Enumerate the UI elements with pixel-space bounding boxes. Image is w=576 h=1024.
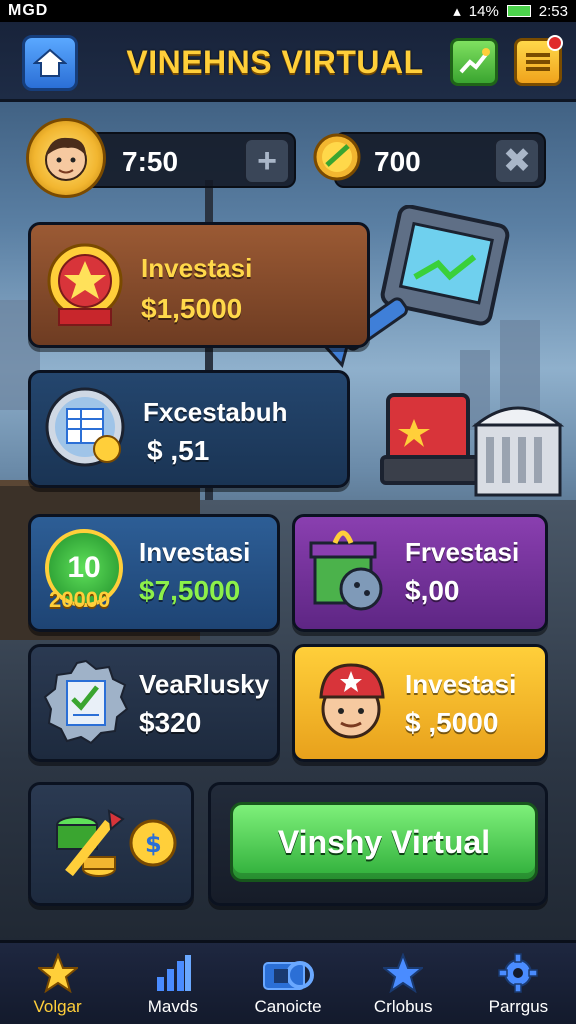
nav-label: Crlobus <box>373 997 433 1016</box>
nav-label: Canoicte <box>254 997 322 1016</box>
nav-item-crlobus[interactable]: Crlobus <box>346 943 461 1024</box>
investment-card-6[interactable]: Investasi $ ,5000 <box>292 644 548 762</box>
wifi-icon: ▴ <box>453 3 461 20</box>
badge-bottom-text: 20000 <box>49 587 111 612</box>
star-blue-icon <box>383 953 424 993</box>
card-amount: $ ,5000 <box>405 707 499 738</box>
card-amount: $320 <box>139 707 202 738</box>
signal-text: 14% <box>468 2 499 20</box>
nav-label: Parrgus <box>488 997 549 1016</box>
safe-and-bank-illustration <box>380 393 565 497</box>
nav-label: Volgar <box>33 997 82 1016</box>
nav-item-parrgus[interactable]: Parrgus <box>461 943 576 1024</box>
status-bar: MGD ▴ 14% 2:53 <box>0 0 576 22</box>
bars-icon <box>156 955 191 991</box>
coins-add-button[interactable]: ✖ <box>494 138 540 184</box>
gear-icon <box>498 953 539 993</box>
nav-label: Mavds <box>147 997 198 1016</box>
stats-button[interactable] <box>450 38 498 86</box>
timer-pill: 7:50 + <box>74 132 296 188</box>
home-button[interactable] <box>22 35 78 91</box>
card-label: VeaRlusky <box>139 669 270 699</box>
svg-text:$: $ <box>145 830 162 858</box>
star-medal-icon <box>47 243 123 326</box>
menu-button[interactable] <box>514 35 563 86</box>
card-label: Fxcestabuh <box>143 397 288 427</box>
coins-pencil-icon: $ <box>56 809 177 877</box>
tools-card[interactable]: $ <box>28 782 194 906</box>
spreadsheet-coin-icon <box>45 387 125 467</box>
coin-icon <box>313 133 361 181</box>
investment-card-4[interactable]: Frvestasi $,00 <box>292 514 548 632</box>
card-label: Investasi <box>141 253 253 283</box>
notification-dot <box>547 35 563 51</box>
virtual-cta-button[interactable]: Vinshy Virtual <box>230 802 538 882</box>
card-label: Frvestasi <box>405 537 520 567</box>
player-avatar[interactable] <box>26 118 106 198</box>
character-face-icon <box>319 663 385 739</box>
camera-icon <box>263 961 314 990</box>
investment-card-2[interactable]: Fxcestabuh $ ,51 <box>28 370 350 488</box>
carrier-label: MGD <box>8 2 49 19</box>
timer-add-button[interactable]: + <box>244 138 290 184</box>
clock: 2:53 <box>538 2 568 20</box>
home-icon <box>33 48 67 77</box>
coins-pill: 700 ✖ <box>334 132 546 188</box>
trend-chart-icon <box>459 48 490 74</box>
battery-icon <box>506 5 531 17</box>
status-icons: ▴ 14% 2:53 <box>453 2 568 21</box>
investment-card-1[interactable]: Investasi $1,5000 <box>28 222 370 348</box>
badge-top-text: 10 <box>67 551 101 584</box>
player-face-icon <box>45 137 87 181</box>
card-amount: $7,5000 <box>139 575 241 606</box>
hamburger-icon <box>526 53 550 71</box>
coins-value: 700 <box>374 146 421 177</box>
card-label: Investasi <box>139 537 251 567</box>
gift-box-icon <box>309 530 383 611</box>
investment-card-5[interactable]: VeaRlusky $320 <box>28 644 280 762</box>
nav-item-volgar[interactable]: Volgar <box>0 943 115 1024</box>
top-header: VINEHNS VIRTUAL <box>0 22 576 102</box>
star-icon <box>37 953 78 993</box>
timer-value: 7:50 <box>122 146 179 177</box>
checklist-badge-icon <box>43 659 129 745</box>
nav-item-canoicte[interactable]: Canoicte <box>230 943 345 1024</box>
card-amount: $1,5000 <box>141 293 243 324</box>
page-title: VINEHNS VIRTUAL <box>126 44 424 80</box>
card-amount: $ ,51 <box>147 435 210 466</box>
investment-card-3[interactable]: 10 20000 Investasi $7,5000 <box>28 514 280 632</box>
bottom-nav: Volgar Mavds Canoicte Crlobus Parrgus <box>0 940 576 1024</box>
card-amount: $,00 <box>405 575 460 606</box>
nav-item-mavds[interactable]: Mavds <box>115 943 230 1024</box>
card-label: Investasi <box>405 669 517 699</box>
